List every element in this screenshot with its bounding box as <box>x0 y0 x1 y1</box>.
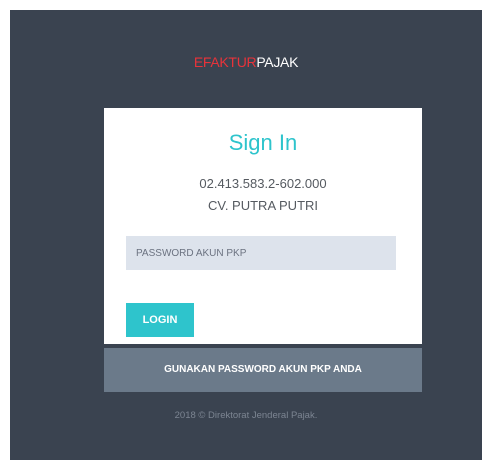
password-input[interactable] <box>126 236 396 270</box>
brand-logo-part1: EFAKTUR <box>193 54 257 70</box>
login-button[interactable]: LOGIN <box>126 303 194 337</box>
brand-logo-part2: PAJAK <box>256 54 299 70</box>
footer-copyright: 2018 © Direktorat Jenderal Pajak. <box>174 410 318 421</box>
npwp-number: 02.413.583.2-602.000 <box>199 176 327 191</box>
login-card: Sign In 02.413.583.2-602.000 CV. PUTRA P… <box>104 108 422 344</box>
login-page: EFAKTURPAJAK Sign In 02.413.583.2-602.00… <box>10 10 482 460</box>
company-name: CV. PUTRA PUTRI <box>207 198 319 213</box>
brand-logo: EFAKTURPAJAK <box>10 54 482 70</box>
password-hint-banner: GUNAKAN PASSWORD AKUN PKP ANDA <box>104 348 422 392</box>
page-title: Sign In <box>228 130 298 155</box>
